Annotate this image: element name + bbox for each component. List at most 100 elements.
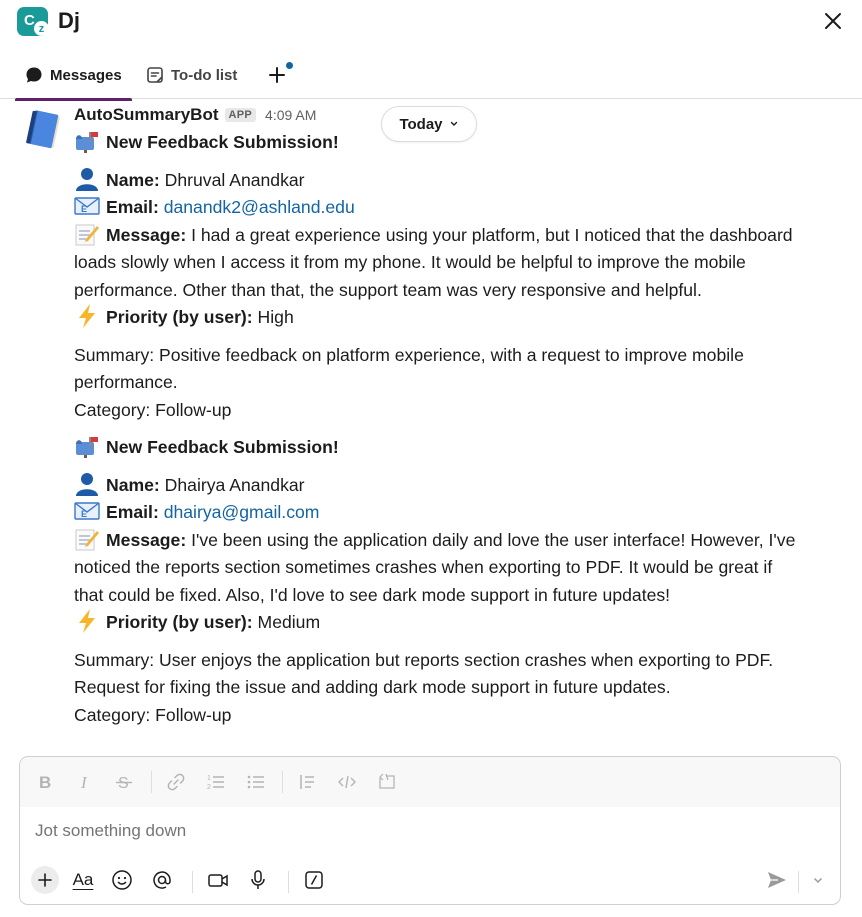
message-text: I had a great experience using your plat…	[191, 225, 793, 245]
svg-text:I: I	[80, 773, 88, 792]
mailbox-icon	[76, 132, 98, 153]
message-line-2: noticed the reports section sometimes cr…	[74, 557, 773, 577]
message-label: Message:	[106, 225, 187, 245]
plus-icon	[38, 873, 52, 887]
email-icon: E	[74, 502, 100, 520]
blockquote-icon	[300, 775, 314, 789]
summary-line-1: Summary: Positive feedback on platform e…	[74, 345, 744, 365]
code-block-button[interactable]	[374, 769, 400, 795]
send-button[interactable]	[763, 866, 791, 894]
mention-button[interactable]	[148, 866, 176, 894]
add-tab-button[interactable]	[264, 62, 293, 88]
close-icon	[825, 13, 841, 29]
tab-todo-list[interactable]: To-do list	[146, 66, 237, 84]
memo-icon	[75, 224, 99, 246]
tab-messages-label: Messages	[50, 66, 122, 84]
message-line-1: Message: I had a great experience using …	[74, 222, 793, 250]
channel-title[interactable]: Dj	[58, 8, 80, 34]
formatting-toggle-button[interactable]: Aa	[68, 866, 98, 894]
summary-line-2: performance.	[74, 372, 178, 392]
summary-line-1: Summary: User enjoys the application but…	[74, 650, 774, 670]
tab-bar: Messages To-do list	[0, 54, 862, 101]
composer-actions: Aa	[20, 861, 840, 905]
toolbar-divider	[288, 871, 289, 893]
close-button[interactable]	[820, 8, 846, 34]
lightning-icon	[79, 609, 95, 633]
strikethrough-button[interactable]: S	[111, 769, 137, 795]
priority-label: Priority (by user):	[106, 612, 253, 632]
email-icon: E	[74, 197, 100, 215]
send-options-button[interactable]	[804, 866, 832, 894]
ordered-list-icon: 12	[207, 775, 224, 791]
svg-text:E: E	[81, 509, 87, 519]
link-button[interactable]	[163, 769, 189, 795]
formatting-toggle-label: Aa	[72, 870, 94, 889]
notification-dot	[286, 62, 293, 69]
ordered-list-button[interactable]: 12	[203, 769, 229, 795]
message-header: AutoSummaryBot APP 4:09 AM	[74, 105, 316, 125]
code-icon	[338, 775, 356, 789]
bulleted-list-icon	[247, 775, 264, 789]
message-line-3: performance. Other than that, the suppor…	[74, 280, 702, 300]
video-clip-button[interactable]	[204, 866, 232, 894]
bot-avatar[interactable]	[20, 108, 64, 152]
name-line: Name: Dhairya Anandkar	[74, 472, 305, 500]
date-divider-button[interactable]: Today	[381, 106, 477, 142]
name-line: Name: Dhruval Anandkar	[74, 167, 305, 195]
priority-value: Medium	[257, 612, 321, 632]
send-icon	[768, 872, 786, 888]
lightning-icon	[79, 304, 95, 328]
date-label: Today	[399, 115, 443, 133]
svg-text:2: 2	[207, 784, 211, 791]
blockquote-button[interactable]	[294, 769, 320, 795]
shortcuts-button[interactable]	[300, 866, 328, 894]
app-logo[interactable]: C z	[17, 7, 49, 36]
attach-button[interactable]	[31, 866, 59, 894]
audio-clip-button[interactable]	[244, 866, 272, 894]
bold-button[interactable]: B	[32, 769, 58, 795]
priority-line: Priority (by user): High	[74, 304, 294, 332]
memo-icon	[75, 529, 99, 551]
bulleted-list-button[interactable]	[243, 769, 269, 795]
email-link[interactable]: danandk2@ashland.edu	[164, 197, 355, 217]
chat-bubble-icon	[26, 67, 42, 83]
italic-icon: I	[80, 773, 88, 792]
bold-icon: B	[39, 773, 51, 792]
emoji-button[interactable]	[108, 866, 136, 894]
code-block-icon	[379, 773, 395, 789]
category-line: Category: Follow-up	[74, 705, 232, 725]
message-input[interactable]	[35, 821, 815, 841]
submission-heading-text: New Feedback Submission!	[106, 132, 339, 152]
code-button[interactable]	[334, 769, 360, 795]
message-line-2: loads slowly when I access it from my ph…	[74, 252, 746, 272]
name-value: Dhruval Anandkar	[164, 170, 305, 190]
name-value: Dhairya Anandkar	[164, 475, 305, 495]
smiley-icon	[112, 870, 132, 890]
chevron-down-icon	[450, 121, 457, 126]
email-link[interactable]: dhairya@gmail.com	[164, 502, 320, 522]
toolbar-divider	[798, 871, 799, 893]
message-time[interactable]: 4:09 AM	[265, 107, 316, 123]
microphone-icon	[251, 870, 265, 889]
chevron-down-icon	[813, 877, 823, 884]
message-composer: B I S 12 Aa	[19, 756, 841, 905]
tab-messages[interactable]: Messages	[15, 66, 132, 101]
svg-text:B: B	[39, 773, 51, 792]
formatting-toolbar: B I S 12	[20, 757, 840, 807]
message-text: I've been using the application daily an…	[191, 530, 796, 550]
message-line-3: that could be fixed. Also, I'd love to s…	[74, 585, 671, 605]
toolbar-divider	[282, 771, 283, 793]
slash-command-icon	[305, 871, 323, 889]
italic-button[interactable]: I	[72, 769, 98, 795]
email-line: E Email: dhairya@gmail.com	[74, 499, 319, 527]
summary-line-2: Request for fixing the issue and adding …	[74, 677, 671, 697]
sender-name[interactable]: AutoSummaryBot	[74, 105, 219, 125]
svg-text:S: S	[118, 775, 129, 792]
at-icon	[153, 871, 171, 889]
priority-value: High	[257, 307, 294, 327]
submission-heading: New Feedback Submission!	[74, 434, 339, 462]
link-icon	[167, 773, 185, 791]
email-line: E Email: danandk2@ashland.edu	[74, 194, 355, 222]
header: C z Dj	[0, 0, 862, 44]
toolbar-divider	[192, 871, 193, 893]
